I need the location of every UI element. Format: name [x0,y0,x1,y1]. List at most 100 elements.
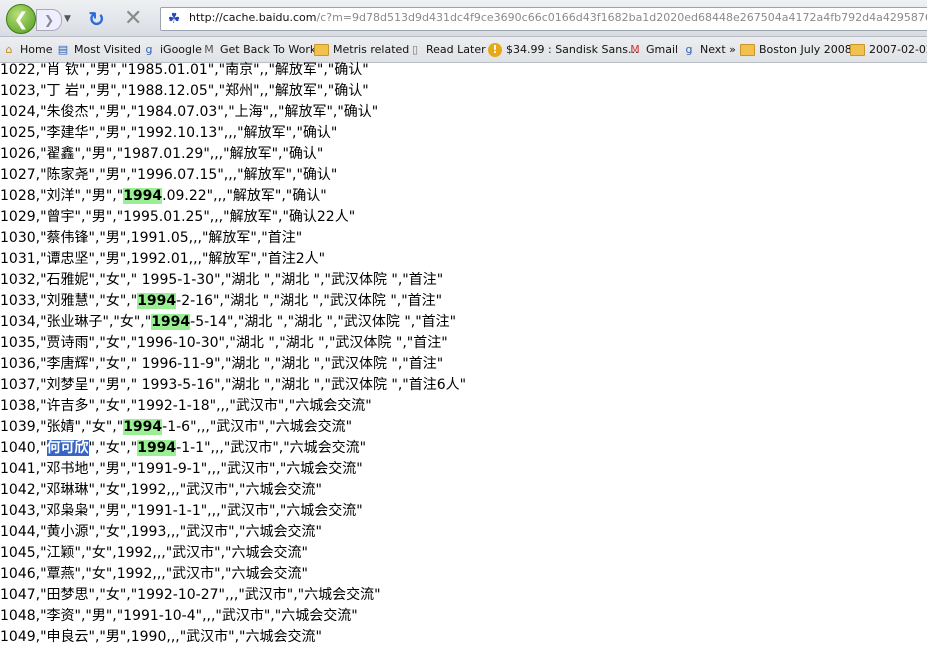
search-highlight: 1994 [137,440,177,456]
line-text: 1040," [0,440,47,456]
bookmark-label: iGoogle [160,43,202,56]
line-text: -1-1",,,"武汉市","六城会交流" [176,440,367,456]
line-text: 1031,"谭忠坚","男",1992.01,,,"解放军","首注2人" [0,251,326,267]
line-text: 1032,"石雅妮","女"," 1995-1-30","湖北 ","湖北 ",… [0,272,444,288]
line-text: 1028,"刘洋","男"," [0,188,124,204]
line-text: 1023,"丁 岩","男","1988.12.05","郑州",,"解放军",… [0,83,369,99]
line-text: 1037,"刘梦呈","男"," 1993-5-16","湖北 ","湖北 ",… [0,377,467,393]
bookmark-item[interactable]: Boston July 2008 [740,41,852,58]
address-bar[interactable]: ☘ http://cache.baidu.com/c?m=9d78d513d9d… [160,7,927,31]
bookmark-item[interactable]: ⌂ Home [2,41,53,58]
line-text: 1024,"朱俊杰","男","1984.07.03","上海",,"解放军",… [0,104,379,120]
folder-icon [850,43,865,56]
line-text: 1030,"蔡伟锋","男",1991.05,,,"解放军","首注" [0,230,303,246]
search-highlight: 1994 [137,293,177,309]
bookmark-label: Read Later [426,43,486,56]
data-line: 1025,"李建华","男","1992.10.13",,,"解放军","确认" [0,123,337,144]
search-highlight: 1994 [123,188,163,204]
bookmark-label: Metris related [333,43,410,56]
bookmark-label: Boston July 2008 [759,43,852,56]
data-line: 1037,"刘梦呈","男"," 1993-5-16","湖北 ","湖北 ",… [0,375,466,396]
bookmark-label: $34.99 : Sandisk Sans... [506,43,639,56]
data-line: 1026,"翟鑫","男","1987.01.29",,,"解放军","确认" [0,144,323,165]
bookmark-label: Next » [700,43,736,56]
line-text: -1-6",,,"武汉市","六城会交流" [162,419,353,435]
data-line: 1044,"黄小源","女",1993,,,"武汉市","六城会交流" [0,522,322,543]
bookmark-item[interactable]: M Get Back To Work [202,41,316,58]
back-button[interactable]: ❮ [6,4,36,34]
reload-button[interactable]: ↻ [88,7,105,31]
bookmark-label: Gmail [646,43,679,56]
baidu-paw-icon: ☘ [167,11,181,27]
alert-icon: ! [488,42,502,57]
line-text: .09.22",,,"解放军","确认" [162,188,327,204]
bookmark-item[interactable]: M Gmail [628,41,678,58]
line-text: -2-16","湖北 ","湖北 ","武汉体院 ","首注" [176,293,443,309]
reload-icon: ↻ [88,7,105,31]
data-line: 1042,"邓琳琳","女",1992,,,"武汉市","六城会交流" [0,480,322,501]
forward-button[interactable]: ❯ [36,9,62,31]
stop-button[interactable]: ✕ [124,6,142,31]
data-line: 1034,"张业琳子","女","1994-5-14","湖北 ","湖北 ",… [0,312,456,333]
line-text: 1045,"江颖","女",1992,,,"武汉市","六城会交流" [0,545,308,561]
line-text: 1022,"肖 钦","男","1985.01.01","南京",,"解放军",… [0,62,369,78]
data-line: 1030,"蔡伟锋","男",1991.05,,,"解放军","首注" [0,228,302,249]
bookmark-item[interactable]: g iGoogle [142,41,202,58]
line-text: 1034,"张业琳子","女"," [0,314,152,330]
data-line: 1046,"覃燕","女",1992,,,"武汉市","六城会交流" [0,564,308,585]
line-text: 1039,"张婧","女"," [0,419,124,435]
history-dropdown-icon[interactable]: ▼ [64,14,71,24]
data-line: 1043,"邓枭枭","男","1991-1-1",,,"武汉市","六城会交流… [0,501,363,522]
folder-icon [740,43,755,56]
stop-icon: ✕ [124,6,143,31]
data-line: 1024,"朱俊杰","男","1984.07.03","上海",,"解放军",… [0,102,378,123]
bookmark-item[interactable]: ▤ Most Visited [56,41,141,58]
bookmark-label: Get Back To Work [220,43,317,56]
search-highlight: 1994 [151,314,191,330]
url-host: http://cache.baidu.com [189,11,317,24]
page-content: 1022,"肖 钦","男","1985.01.01","南京",,"解放军",… [0,62,927,658]
most-visited-icon: ▤ [57,42,69,56]
line-text: 1036,"李唐辉","女"," 1996-11-9","湖北 ","湖北 ",… [0,356,444,372]
data-line: 1028,"刘洋","男","1994.09.22",,,"解放军","确认" [0,186,327,207]
line-text: 1047,"田梦思","女","1992-10-27",,,"武汉市","六城会… [0,587,381,603]
gmail-icon: M [630,42,640,56]
data-line: 1038,"许吉多","女","1992-1-18",,,"武汉市","六城会交… [0,396,372,417]
folder-icon [314,43,329,56]
data-line: 1045,"江颖","女",1992,,,"武汉市","六城会交流" [0,543,308,564]
line-text: 1038,"许吉多","女","1992-1-18",,,"武汉市","六城会交… [0,398,372,414]
line-text: 1043,"邓枭枭","男","1991-1-1",,,"武汉市","六城会交流… [0,503,363,519]
data-line: 1029,"曾宇","男","1995.01.25",,,"解放军","确认22… [0,207,355,228]
back-arrow-icon: ❮ [13,8,29,30]
bookmark-item[interactable]: ▯ Read Later [408,41,486,58]
data-line: 1040,"何可欣","女","1994-1-1",,,"武汉市","六城会交流… [0,438,366,459]
bookmark-item[interactable]: 2007-02-02 [850,41,927,58]
line-text: 1029,"曾宇","男","1995.01.25",,,"解放军","确认22… [0,209,356,225]
bookmark-m-icon: M [204,42,214,56]
line-text: 1025,"李建华","男","1992.10.13",,,"解放军","确认" [0,125,338,141]
data-line: 1036,"李唐辉","女"," 1996-11-9","湖北 ","湖北 ",… [0,354,443,375]
data-line: 1023,"丁 岩","男","1988.12.05","郑州",,"解放军",… [0,81,369,102]
data-line: 1031,"谭忠坚","男",1992.01,,,"解放军","首注2人" [0,249,325,270]
bookmark-item[interactable]: ! $34.99 : Sandisk Sans... [488,41,638,58]
bookmark-label: Home [20,43,53,56]
data-line: 1041,"邓书地","男","1991-9-1",,,"武汉市","六城会交流… [0,459,363,480]
data-line: 1035,"贾诗雨","女","1996-10-30","湖北 ","湖北 ",… [0,333,448,354]
line-text: 1035,"贾诗雨","女","1996-10-30","湖北 ","湖北 ",… [0,335,448,351]
data-line: 1032,"石雅妮","女"," 1995-1-30","湖北 ","湖北 ",… [0,270,443,291]
data-line: 1047,"田梦思","女","1992-10-27",,,"武汉市","六城会… [0,585,381,606]
line-text: 1049,"申良云","男",1990,,,"武汉市","六城会交流" [0,629,322,645]
page-icon: ▯ [411,42,419,56]
url-text[interactable]: http://cache.baidu.com/c?m=9d78d513d9d43… [189,11,927,24]
data-line: 1039,"张婧","女","1994-1-6",,,"武汉市","六城会交流" [0,417,352,438]
bookmark-item[interactable]: g Next » [682,41,736,58]
search-highlight: 1994 [123,419,163,435]
bookmark-label: Most Visited [74,43,141,56]
bookmark-label: 2007-02-02 [869,43,927,56]
data-line: 1027,"陈家尧","男","1996.07.15",,,"解放军","确认" [0,165,337,186]
navigation-toolbar: ❮ ❯ ▼ ↻ ✕ ☘ http://cache.baidu.com/c?m=9… [0,0,927,37]
line-text: 1042,"邓琳琳","女",1992,,,"武汉市","六城会交流" [0,482,322,498]
data-line: 1049,"申良云","男",1990,,,"武汉市","六城会交流" [0,627,322,648]
bookmark-item[interactable]: Metris related [314,41,409,58]
url-path: /c?m=9d78d513d9d431dc4f9ce3690c66c0166d4… [316,11,927,24]
